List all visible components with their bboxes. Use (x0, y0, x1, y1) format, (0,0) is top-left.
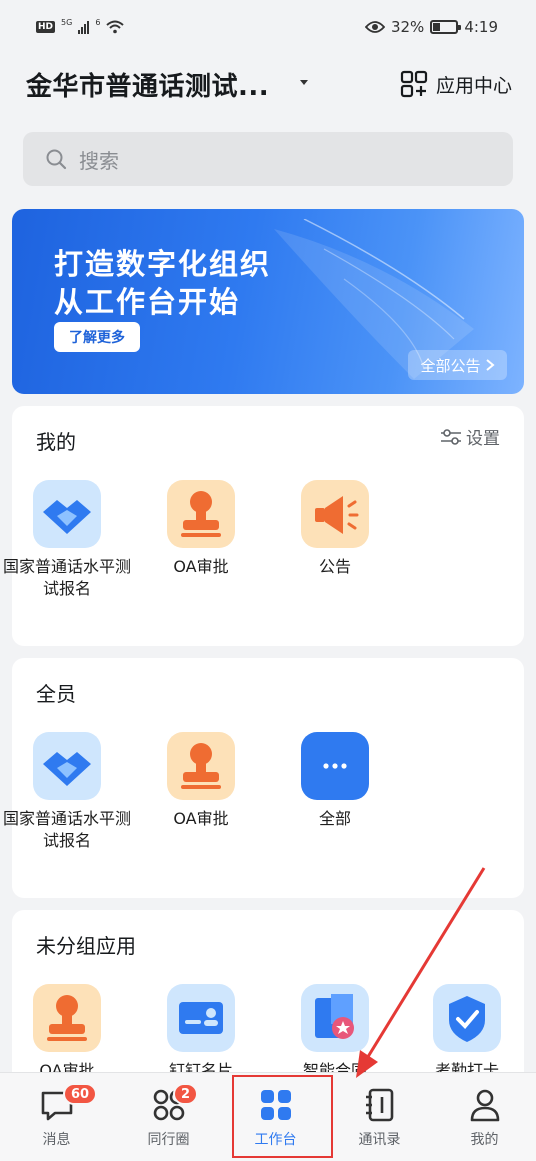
app-label: OA审批 (173, 809, 229, 828)
check-shield-icon (433, 984, 501, 1052)
org-switcher-title[interactable]: 金华市普通话测试... (26, 66, 269, 103)
search-placeholder: 搜索 (79, 148, 119, 173)
app-label: 公告 (318, 557, 351, 576)
stamp-icon (167, 732, 235, 800)
app-label: 全部 (318, 809, 351, 828)
tab-workbench[interactable]: 工作台 (222, 1073, 329, 1161)
app-attendance-checkin[interactable]: 考勤打卡 (400, 984, 534, 1082)
banner-headline-2: 从工作台开始 (54, 285, 241, 319)
megaphone-icon (301, 480, 369, 548)
app-oa-approval[interactable]: OA审批 (0, 984, 134, 1082)
contract-icon (301, 984, 369, 1052)
app-mandarin-test-signup[interactable]: 国家普通话水平测试报名 (0, 480, 134, 600)
status-bar: HD 5G 6 32% 4:19 (0, 0, 536, 60)
eye-icon (364, 21, 385, 33)
stamp-icon (33, 984, 101, 1052)
clock: 4:19 (464, 18, 498, 36)
search-icon (46, 149, 67, 170)
app-dingtalk-card[interactable]: 钉钉名片 (134, 984, 268, 1082)
chevron-right-icon (485, 359, 495, 371)
status-right: 32% 4:19 (364, 18, 498, 36)
tab-label: 我的 (470, 1132, 499, 1148)
app-mandarin-test-signup[interactable]: 国家普通话水平测试报名 (0, 732, 134, 852)
network-type-2: 6 (95, 18, 101, 27)
signal-icon (78, 20, 90, 34)
all-notices-label: 全部公告 (420, 356, 481, 375)
app-center-button[interactable]: 应用中心 (400, 70, 512, 98)
hd-indicator: HD (36, 21, 56, 33)
more-icon (301, 732, 369, 800)
bottom-tab-bar: 60 消息 2 同行圈 工作台 通讯录 我的 (0, 1072, 536, 1161)
contacts-book-icon (365, 1088, 393, 1122)
person-icon (470, 1089, 499, 1122)
tab-label: 消息 (42, 1132, 71, 1148)
tab-label: 通讯录 (358, 1132, 401, 1148)
tab-label: 工作台 (254, 1132, 297, 1148)
org-dropdown-caret-icon[interactable] (300, 80, 308, 85)
search-bar[interactable]: 搜索 (23, 132, 513, 186)
network-type-1: 5G (61, 18, 73, 27)
tab-me[interactable]: 我的 (431, 1073, 536, 1161)
id-card-icon (167, 984, 235, 1052)
battery-icon (430, 20, 462, 34)
tab-label: 同行圈 (147, 1132, 190, 1148)
banner-headline-1: 打造数字化组织 (54, 247, 272, 281)
handshake-icon (33, 732, 101, 800)
unread-badge: 2 (173, 1083, 199, 1105)
app-label: 国家普通话水平测试报名 (2, 557, 131, 598)
settings-label: 设置 (466, 429, 500, 449)
sliders-icon (441, 428, 461, 445)
app-center-icon (400, 70, 428, 98)
settings-button[interactable]: 设置 (440, 424, 500, 449)
section-all-staff: 全员 国家普通话水平测试报名 OA审批 全部 (3, 658, 524, 898)
stamp-icon (167, 480, 235, 548)
battery-level (433, 23, 441, 31)
learn-more-button[interactable]: 了解更多 (54, 322, 140, 352)
wifi-icon (106, 20, 125, 34)
section-mine: 我的 设置 国家普通话水平测试报名 OA审批 公告 (3, 406, 524, 646)
app-all[interactable]: 全部 (268, 732, 402, 830)
app-label: 国家普通话水平测试报名 (2, 809, 131, 850)
section-title: 我的 (36, 430, 76, 454)
all-notices-button[interactable]: 全部公告 (408, 350, 507, 380)
app-oa-approval[interactable]: OA审批 (134, 480, 268, 578)
tab-messages[interactable]: 60 消息 (3, 1073, 110, 1161)
status-left: HD 5G 6 (36, 18, 125, 34)
app-announcement[interactable]: 公告 (268, 480, 402, 578)
battery-percent: 32% (390, 18, 425, 36)
app-label: OA审批 (173, 557, 229, 576)
app-oa-approval[interactable]: OA审批 (134, 732, 268, 830)
app-smart-contract[interactable]: 智能合同 (268, 984, 402, 1082)
section-title: 未分组应用 (36, 934, 136, 958)
tab-peer-circle[interactable]: 2 同行圈 (115, 1073, 222, 1161)
app-center-label: 应用中心 (435, 74, 512, 97)
handshake-icon (33, 480, 101, 548)
unread-badge: 60 (63, 1083, 98, 1105)
workbench-grid-icon (260, 1090, 291, 1120)
promo-banner[interactable]: 打造数字化组织 从工作台开始 了解更多 全部公告 (12, 209, 524, 394)
section-title: 全员 (36, 682, 76, 706)
tab-contacts[interactable]: 通讯录 (326, 1073, 433, 1161)
